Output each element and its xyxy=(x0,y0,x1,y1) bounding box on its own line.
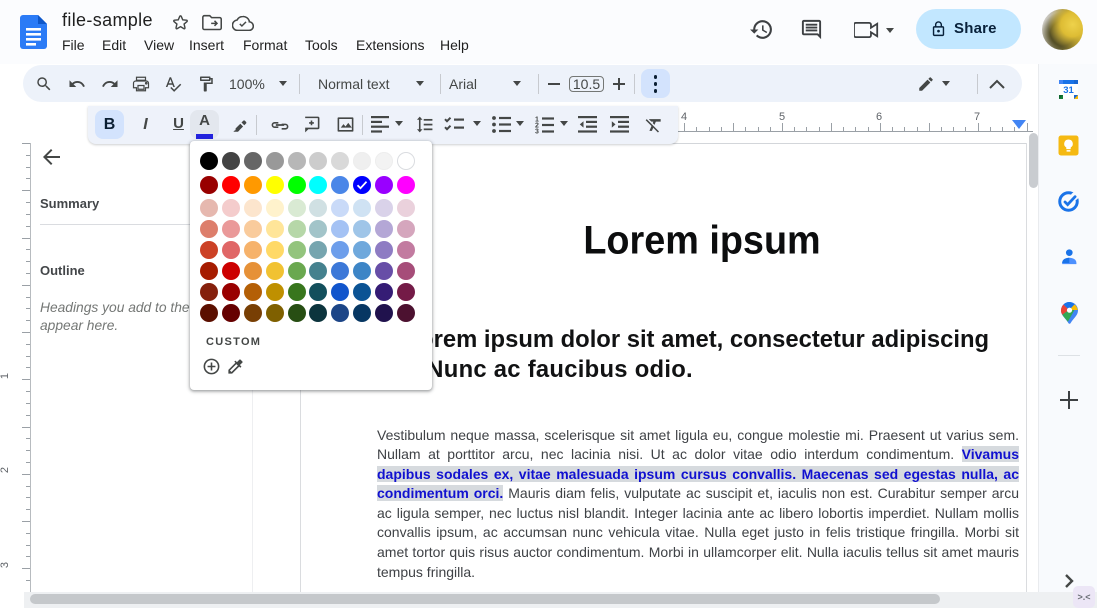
svg-text:31: 31 xyxy=(1063,85,1074,96)
svg-text:3: 3 xyxy=(535,129,539,135)
